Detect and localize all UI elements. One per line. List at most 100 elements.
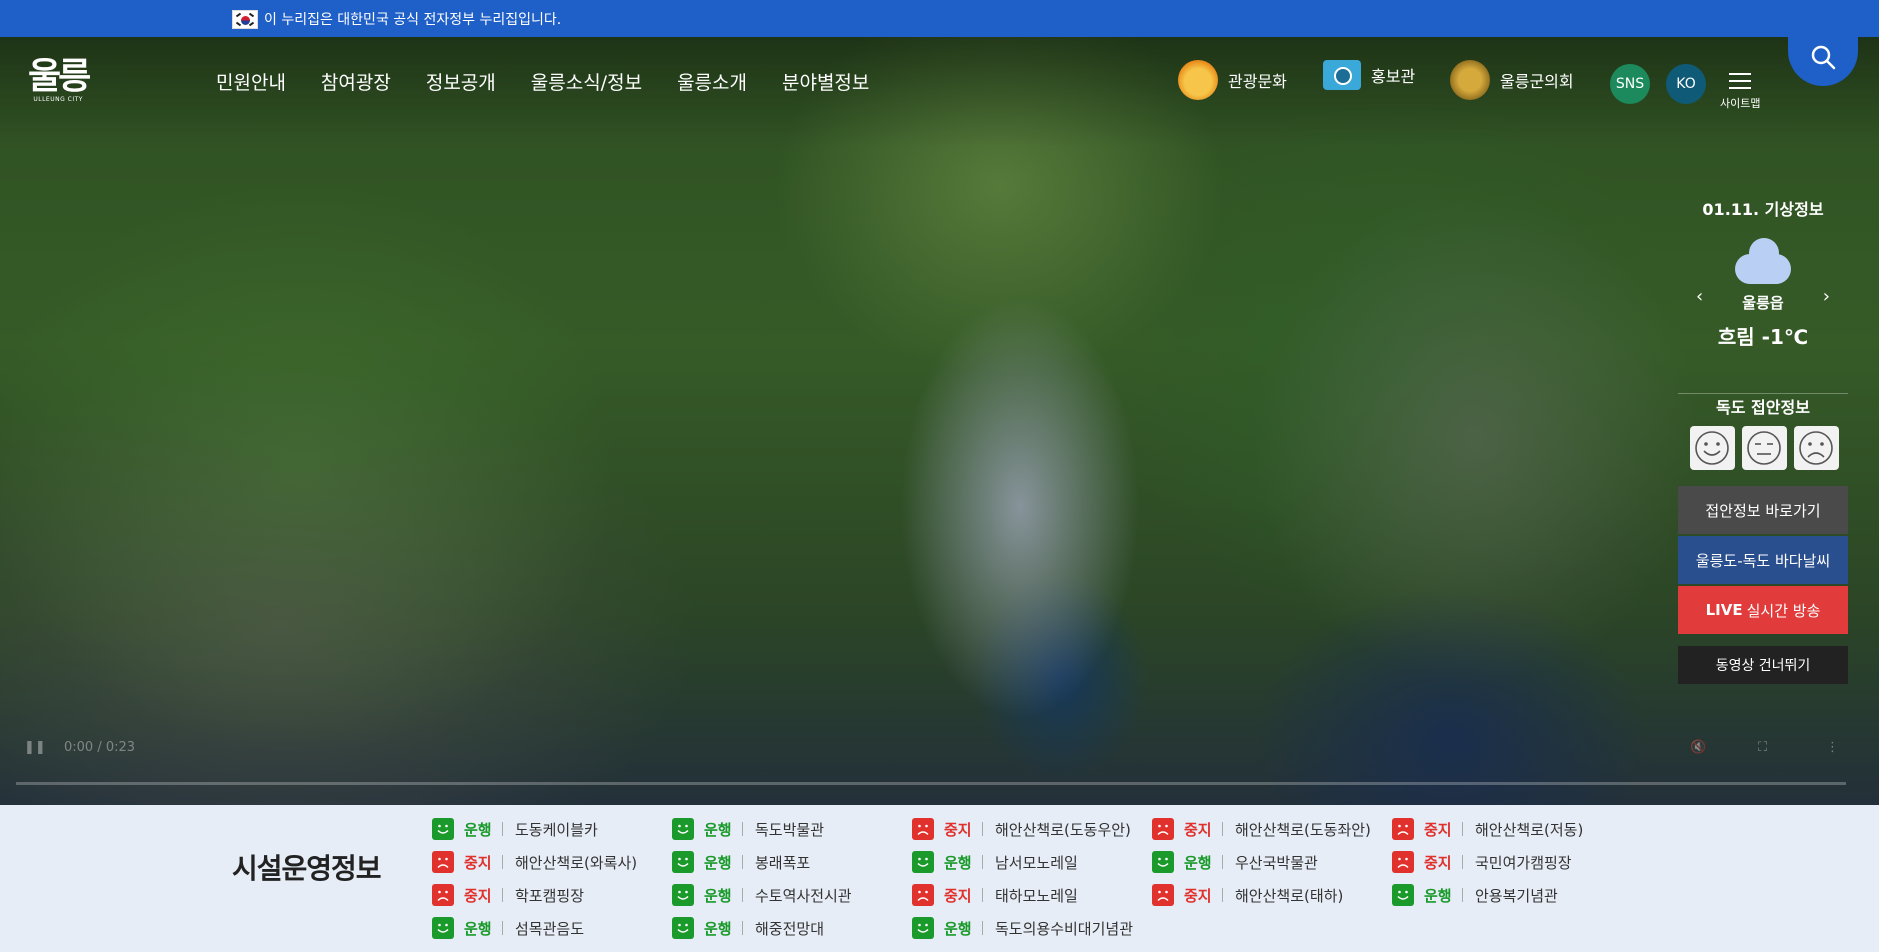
mascot-icon	[1178, 60, 1218, 100]
facility-name: 해안산책로(도동우안)	[995, 820, 1131, 839]
nav-news[interactable]: 울릉소식/정보	[531, 68, 642, 95]
smile-face-icon	[1690, 426, 1735, 470]
sad-face-icon	[1794, 426, 1839, 470]
hero-video[interactable]	[0, 37, 1879, 805]
nav-participation[interactable]: 참여광장	[321, 68, 391, 95]
quick-promo[interactable]: 홍보관	[1323, 60, 1415, 90]
facility-item[interactable]: 중지 해안산책로(도동좌안)	[1152, 815, 1392, 843]
dokdo-access-button[interactable]: 접안정보 바로가기	[1678, 486, 1848, 534]
happy-face-icon	[432, 818, 454, 840]
sad-face-icon	[1392, 818, 1414, 840]
facility-status: 중지	[464, 853, 492, 872]
facility-name: 우산국박물관	[1235, 853, 1318, 872]
facility-status: 운행	[704, 853, 732, 872]
live-label: 실시간 방송	[1746, 601, 1821, 620]
facility-name: 독도박물관	[755, 820, 825, 839]
neutral-face-icon	[1742, 426, 1787, 470]
camera-icon	[1323, 60, 1361, 90]
nav-fields[interactable]: 분야별정보	[782, 68, 869, 95]
pause-icon[interactable]: ❚❚	[24, 740, 46, 755]
site-logo[interactable]: 울릉 ULLEUNG CITY	[28, 56, 91, 104]
menu-icon	[1729, 73, 1752, 89]
facility-title: 시설운영정보	[232, 852, 382, 885]
facility-item[interactable]: 운행 해중전망대	[672, 914, 912, 942]
facility-item[interactable]: 중지 학포캠핑장	[432, 881, 672, 909]
facility-item[interactable]: 운행 섬목관음도	[432, 914, 672, 942]
happy-face-icon	[672, 917, 694, 939]
facility-status: 운행	[704, 820, 732, 839]
logo-subtext: ULLEUNG CITY	[33, 96, 83, 103]
facility-item[interactable]: 중지 국민여가캠핑장	[1392, 848, 1632, 876]
facility-name: 도동케이블카	[515, 820, 598, 839]
gov-banner: 이 누리집은 대한민국 공식 전자정부 누리집입니다.	[0, 0, 1879, 37]
nav-civil[interactable]: 민원안내	[216, 68, 286, 95]
sad-face-icon	[432, 851, 454, 873]
language-button[interactable]: KO	[1666, 64, 1706, 104]
facility-status: 운행	[1424, 886, 1452, 905]
dokdo-faces	[1690, 426, 1839, 470]
council-seal-icon	[1450, 60, 1490, 100]
sns-button[interactable]: SNS	[1610, 64, 1650, 104]
facility-name: 해안산책로(저동)	[1475, 820, 1584, 839]
facility-status: 운행	[464, 919, 492, 938]
mute-icon[interactable]: 🔇	[1690, 740, 1706, 755]
video-progress-bar[interactable]	[16, 782, 1846, 785]
facility-item[interactable]: 운행 도동케이블카	[432, 815, 672, 843]
facility-status: 운행	[704, 886, 732, 905]
facility-status: 운행	[704, 919, 732, 938]
facility-item[interactable]: 운행 안용복기념관	[1392, 881, 1632, 909]
facility-status: 운행	[464, 820, 492, 839]
facility-item[interactable]: 중지 해안산책로(저동)	[1392, 815, 1632, 843]
sad-face-icon	[1152, 818, 1174, 840]
weather-next-icon[interactable]: ›	[1823, 286, 1830, 307]
happy-face-icon	[912, 851, 934, 873]
facility-item[interactable]: 운행 독도박물관	[672, 815, 912, 843]
facility-item[interactable]: 중지 태하모노레일	[912, 881, 1152, 909]
quick-promo-label: 홍보관	[1371, 67, 1416, 86]
fullscreen-icon[interactable]: ⛶	[1758, 740, 1767, 755]
facility-item[interactable]: 운행 남서모노레일	[912, 848, 1152, 876]
facility-status: 운행	[1184, 853, 1212, 872]
live-broadcast-button[interactable]: LIVE 실시간 방송	[1678, 586, 1848, 634]
sad-face-icon	[1152, 884, 1174, 906]
facility-item[interactable]: 중지 해안산책로(도동우안)	[912, 815, 1152, 843]
sitemap-label: 사이트맵	[1720, 97, 1761, 110]
facility-name: 봉래폭포	[755, 853, 811, 872]
facility-status: 중지	[1424, 853, 1452, 872]
facility-name: 태하모노레일	[995, 886, 1078, 905]
live-badge: LIVE	[1705, 601, 1743, 619]
quick-tourism[interactable]: 관광문화	[1178, 60, 1287, 100]
facility-name: 남서모노레일	[995, 853, 1078, 872]
sad-face-icon	[1392, 851, 1414, 873]
sitemap-button[interactable]: 사이트맵	[1720, 68, 1760, 111]
facility-status: 중지	[944, 886, 972, 905]
nav-disclosure[interactable]: 정보공개	[426, 68, 496, 95]
quick-council[interactable]: 울릉군의회	[1450, 60, 1574, 100]
facility-name: 섬목관음도	[515, 919, 585, 938]
dokdo-title: 독도 접안정보	[1678, 393, 1848, 418]
gov-banner-text[interactable]: 이 누리집은 대한민국 공식 전자정부 누리집입니다.	[264, 9, 561, 29]
logo-text: 울릉	[28, 56, 91, 97]
facility-item[interactable]: 중지 해안산책로(태하)	[1152, 881, 1392, 909]
sea-weather-button[interactable]: 울릉도-독도 바다날씨	[1678, 536, 1848, 584]
facility-item[interactable]: 운행 봉래폭포	[672, 848, 912, 876]
korea-flag-icon	[232, 9, 258, 29]
more-options-icon[interactable]: ⋮	[1826, 740, 1839, 755]
facility-item[interactable]: 운행 우산국박물관	[1152, 848, 1392, 876]
main-nav: 민원안내 참여광장 정보공개 울릉소식/정보 울릉소개 분야별정보	[216, 68, 869, 95]
facility-item[interactable]: 운행 수토역사전시관	[672, 881, 912, 909]
facility-name: 국민여가캠핑장	[1475, 853, 1572, 872]
facility-item[interactable]: 중지 해안산책로(와록사)	[432, 848, 672, 876]
facility-name: 해안산책로(도동좌안)	[1235, 820, 1371, 839]
facility-item[interactable]: 운행 독도의용수비대기념관	[912, 914, 1152, 942]
facility-name: 독도의용수비대기념관	[995, 919, 1134, 938]
facility-section: 시설운영정보 운행 도동케이블카 운행 독도박물관 중지 해안산책로(도동우안) 중지 해안산…	[0, 805, 1879, 952]
happy-face-icon	[672, 884, 694, 906]
sad-face-icon	[912, 884, 934, 906]
nav-about[interactable]: 울릉소개	[677, 68, 747, 95]
facility-name: 해안산책로(태하)	[1235, 886, 1344, 905]
weather-prev-icon[interactable]: ‹	[1696, 286, 1703, 307]
skip-video-button[interactable]: 동영상 건너뛰기	[1678, 646, 1848, 684]
facility-status: 중지	[1424, 820, 1452, 839]
facility-name: 수토역사전시관	[755, 886, 852, 905]
